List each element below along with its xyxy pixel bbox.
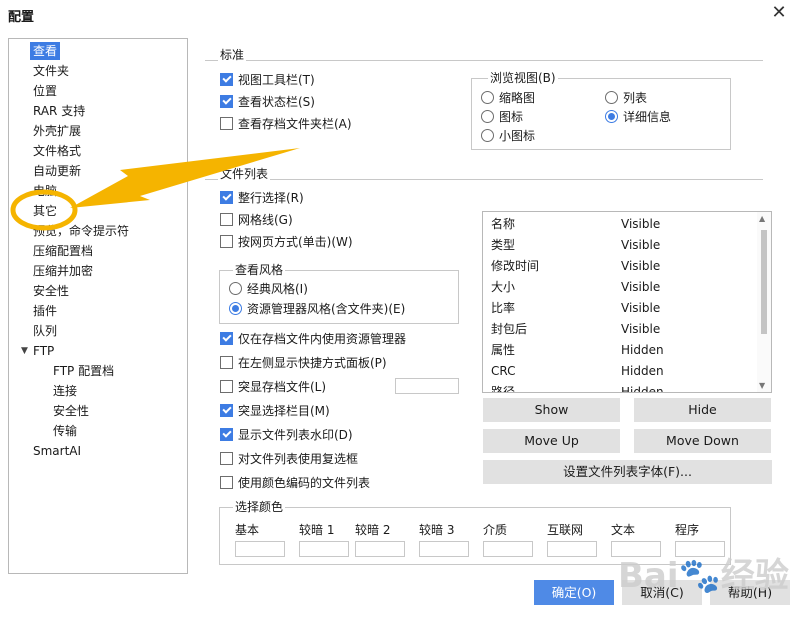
watermark-logo: Bai🐾经验 [618,556,789,596]
highlight-ellipse [10,189,78,231]
annotation-overlay [10,148,300,231]
arrow-icon [70,148,300,208]
